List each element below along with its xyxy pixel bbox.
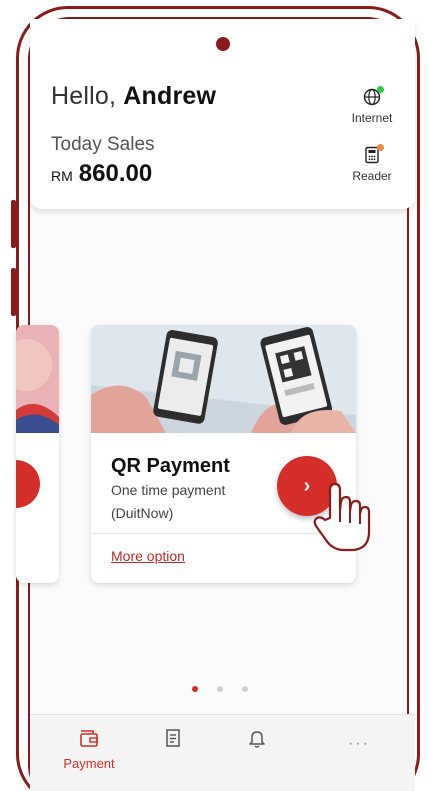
nav-label-payment: Payment: [63, 756, 115, 771]
receipt-icon: [162, 729, 184, 753]
internet-status-dot: [377, 86, 384, 93]
nav-item-receipts[interactable]: [138, 727, 208, 754]
card-title: QR Payment: [111, 455, 230, 477]
sales-amount: 860.00: [78, 160, 153, 187]
greeting-prefix: Hello,: [51, 82, 124, 110]
card-illustration: [16, 325, 59, 433]
reader-label: Reader: [352, 169, 392, 183]
pagination-dot-active[interactable]: [192, 686, 198, 692]
pagination-dot[interactable]: [242, 686, 248, 692]
pagination-dot[interactable]: [217, 686, 223, 692]
internet-label: Internet: [351, 111, 393, 125]
nav-item-notifications[interactable]: [222, 727, 292, 754]
card-subtitle: One time payment: [111, 482, 226, 498]
pointer-hand-icon: [310, 480, 382, 559]
card-reader-icon: [363, 144, 384, 164]
card-subtitle-2: (DuitNow): [111, 505, 174, 521]
bottom-navigation: Payment ···: [30, 714, 415, 791]
more-option-link[interactable]: More option: [111, 548, 185, 564]
nav-item-more[interactable]: ···: [324, 735, 394, 753]
carousel-card-previous[interactable]: [16, 325, 59, 583]
reader-status-dot: [377, 144, 384, 151]
sales-label: Today Sales: [51, 134, 155, 155]
nav-item-payment[interactable]: Payment: [54, 727, 124, 771]
greeting: Hello, Andrew: [51, 82, 216, 111]
qr-payment-illustration: [91, 325, 356, 433]
user-name: Andrew: [123, 82, 217, 110]
more-icon: ···: [348, 735, 370, 752]
internet-status[interactable]: Internet: [342, 86, 402, 125]
reader-status[interactable]: Reader: [342, 144, 402, 183]
sales-amount-row: RM 860.00: [51, 160, 152, 188]
currency-label: RM: [51, 168, 73, 184]
bell-icon: [246, 731, 268, 753]
carousel-pagination: [192, 686, 248, 692]
camera-dot: [216, 37, 230, 51]
globe-icon: [363, 86, 384, 106]
wallet-icon: [78, 730, 100, 753]
